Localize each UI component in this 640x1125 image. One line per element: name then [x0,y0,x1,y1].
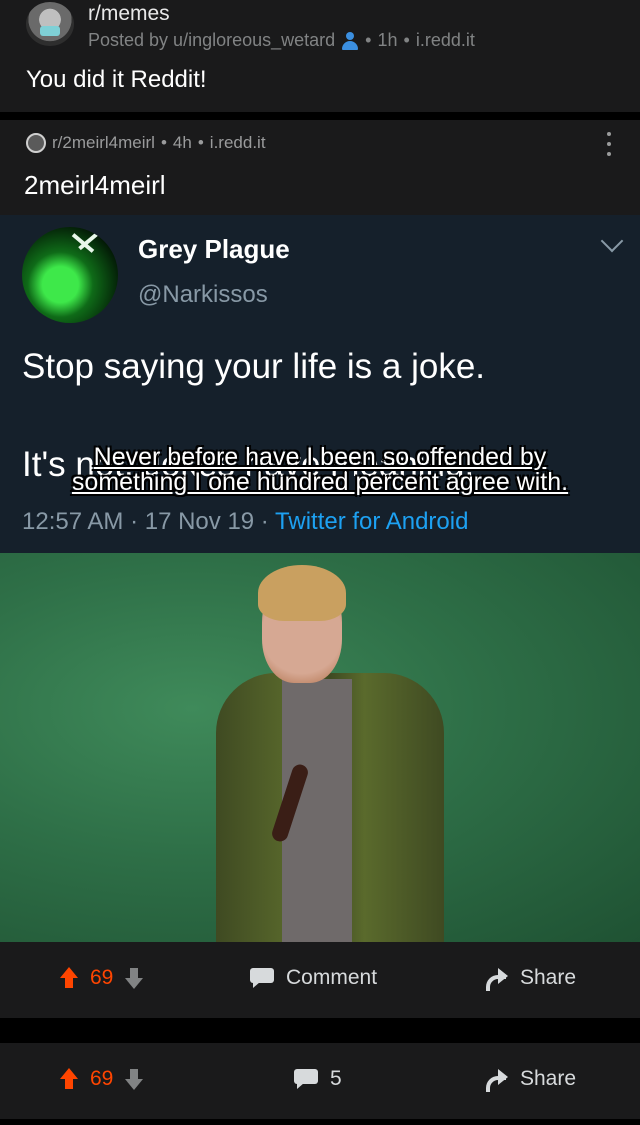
crosspost-title[interactable]: 2meirl4meirl [24,170,166,201]
vote-score: 69 [90,1067,114,1090]
meta-separator: • [365,30,372,50]
upvote-arrow-icon[interactable] [58,967,80,989]
tweet-avatar [22,227,118,323]
outer-post-header: r/memes Posted by u/ingloreous_wetard • … [0,0,640,112]
crosspost-subreddit-avatar [26,133,46,153]
tweet-screenshot[interactable]: Grey Plague @Narkissos Stop saying your … [0,215,640,553]
chevron-down-icon [600,229,624,253]
crosspost-domain[interactable]: i.redd.it [210,133,266,153]
post-meta: Posted by u/ingloreous_wetard • 1h • i.r… [88,30,475,51]
post-domain[interactable]: i.redd.it [416,30,475,51]
comment-label: Comment [286,966,378,989]
tweet-author-name: Grey Plague [138,234,290,264]
meta-separator: • [403,30,410,50]
comment-bubble-icon [250,968,274,988]
crosspost-header: r/2meirl4meirl • 4h • i.redd.it [26,133,266,153]
vote-score: 69 [90,966,114,989]
vote-controls: 69 [58,966,145,990]
share-arrow-icon [484,1068,510,1092]
tweet-timestamp: 12:57 AM · 17 Nov 19 · Twitter for Andro… [22,508,468,536]
share-button[interactable]: Share [484,1067,577,1092]
more-vertical-icon[interactable] [606,132,612,156]
meme-caption-line: something I one hundred percent agree wi… [71,468,569,496]
tweet-time: 12:57 AM · 17 Nov 19 · [22,508,276,535]
share-label: Share [520,1067,577,1090]
crosspost-subreddit[interactable]: r/2meirl4meirl [52,133,155,153]
share-arrow-icon [484,967,510,991]
meta-separator: • [197,133,204,152]
downvote-arrow-icon[interactable] [123,1068,145,1090]
comment-bubble-icon [294,1069,318,1089]
user-icon [341,31,359,50]
post-action-bar: 69 5 Share [0,1043,640,1119]
comedian-figure [210,563,450,942]
crosspost-card[interactable]: r/2meirl4meirl • 4h • i.redd.it 2meirl4m… [0,120,640,942]
meme-image[interactable] [0,553,640,942]
downvote-arrow-icon[interactable] [123,967,145,989]
post-title[interactable]: You did it Reddit! [26,66,207,94]
crosspost-action-bar: 69 Comment Share [0,942,640,1018]
tweet-text-line: Stop saying your life is a joke. [22,347,486,386]
comment-button[interactable]: Comment [250,966,377,990]
tweet-client: Twitter for Android [275,508,469,535]
posted-by[interactable]: Posted by u/ingloreous_wetard [88,30,335,51]
comment-button[interactable]: 5 [294,1067,342,1091]
tweet-author-handle: @Narkissos [138,281,268,308]
vote-controls: 69 [58,1067,145,1091]
post-time: 1h [377,30,398,50]
share-button[interactable]: Share [484,966,577,991]
comment-count: 5 [330,1067,342,1090]
subreddit-avatar[interactable] [26,2,74,46]
meta-separator: • [160,133,167,152]
share-label: Share [520,966,577,989]
upvote-arrow-icon[interactable] [58,1068,80,1090]
subreddit-name[interactable]: r/memes [88,2,170,26]
mask-icon [40,26,60,36]
crosspost-time: 4h [172,133,192,152]
